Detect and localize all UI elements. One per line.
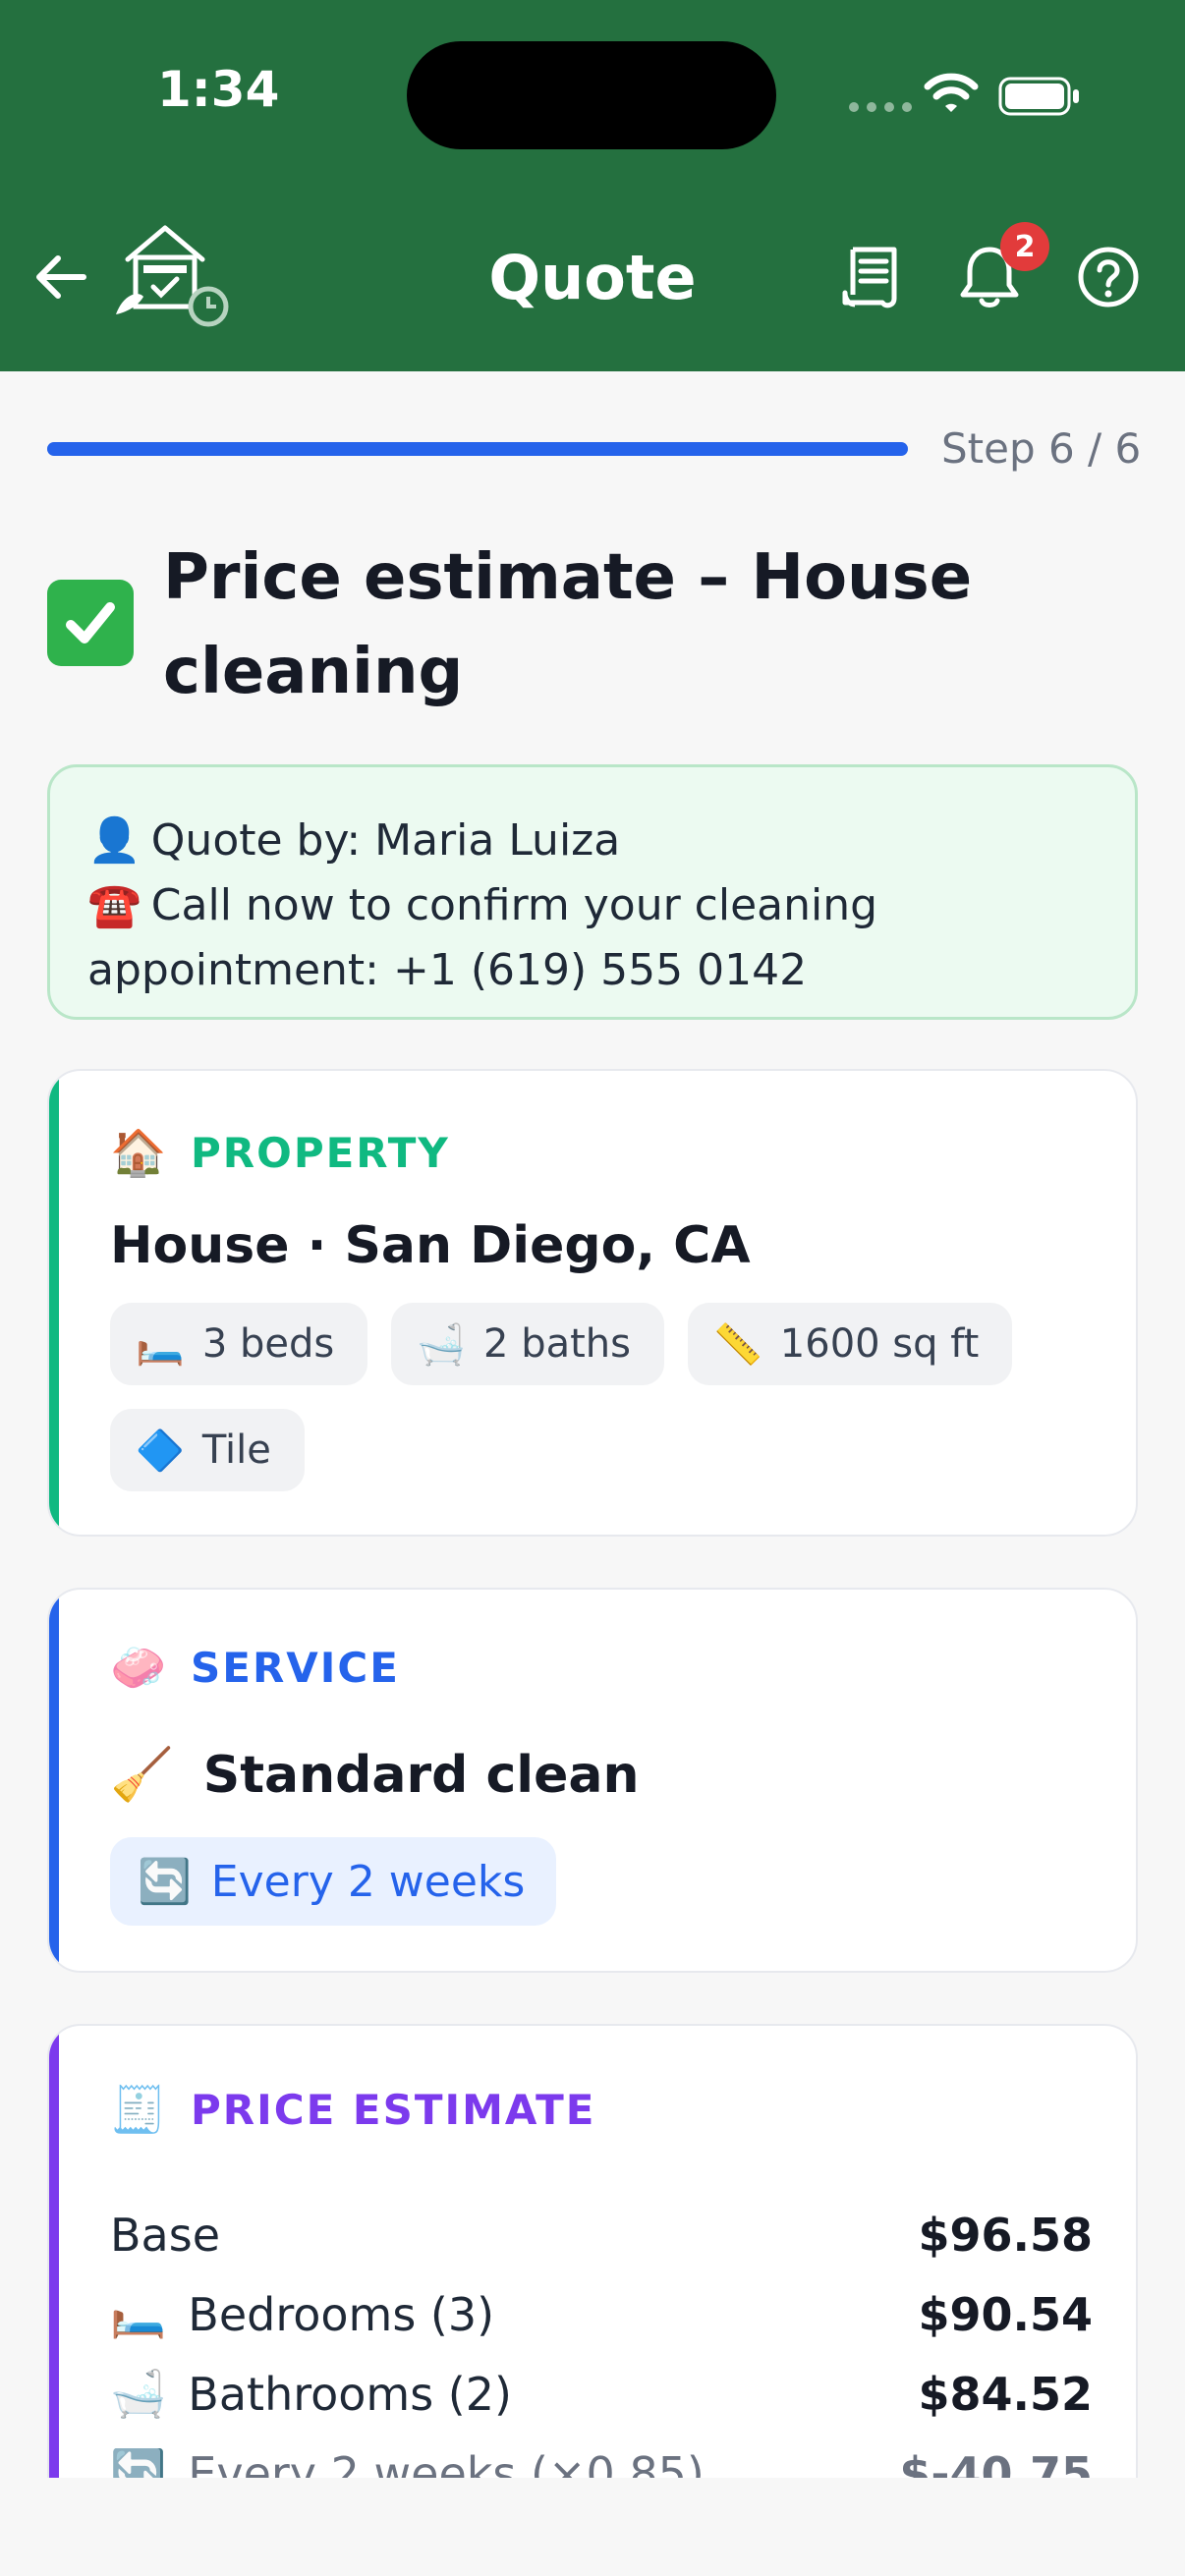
property-header: 🏠 PROPERTY <box>110 1126 450 1180</box>
frequency-chip: 🔄 Every 2 weeks <box>110 1837 557 1926</box>
service-name: Standard clean <box>202 1745 640 1805</box>
price-row: 🛏️ Bedrooms (3) $90.54 <box>110 2274 1093 2354</box>
price-row: 🛁 Bathrooms (2) $84.52 <box>110 2354 1093 2434</box>
call-line: ☎️ Call now to confirm your cleaning appo… <box>87 873 1098 1003</box>
property-accent-bar <box>49 1071 59 1535</box>
baths-text: 2 baths <box>483 1321 631 1367</box>
property-card: 🏠 PROPERTY House · San Diego, CA 🛏️ 3 bed… <box>47 1069 1138 1537</box>
service-title: 🧹 Standard clean <box>110 1745 640 1806</box>
beds-chip: 🛏️ 3 beds <box>110 1303 368 1385</box>
quote-by-line: 👤 Quote by: Maria Luiza <box>87 809 1098 873</box>
frequency-text: Every 2 weeks <box>210 1856 526 1907</box>
price-header: 🧾 PRICE ESTIMATE <box>110 2083 595 2137</box>
check-mark-icon <box>47 580 134 666</box>
ruler-icon: 📏 <box>712 1321 762 1368</box>
price-row-amount: $96.58 <box>918 2208 1093 2262</box>
cellular-signal-icon <box>849 102 912 112</box>
baths-chip: 🛁 2 baths <box>391 1303 664 1385</box>
person-icon: 👤 <box>87 815 141 866</box>
repeat-icon: 🔄 <box>138 1857 192 1907</box>
dynamic-island <box>407 41 776 149</box>
bed-icon: 🛏️ <box>110 2287 167 2340</box>
area-text: 1600 sq ft <box>779 1321 980 1367</box>
property-title: House · San Diego, CA <box>110 1216 751 1275</box>
area-chip: 📏 1600 sq ft <box>687 1303 1013 1385</box>
quote-info-box: 👤 Quote by: Maria Luiza ☎️ Call now to con… <box>47 764 1138 1020</box>
notification-badge: 2 <box>1000 222 1049 271</box>
price-row-label: Bathrooms (2) <box>188 2367 512 2421</box>
battery-icon <box>998 77 1079 116</box>
wifi-icon <box>924 73 979 112</box>
service-card: 🧼 SERVICE 🧹 Standard clean 🔄 Every 2 wee… <box>47 1588 1138 1973</box>
call-text: Call now to confirm your cleaning appoin… <box>87 880 878 995</box>
service-header: 🧼 SERVICE <box>110 1641 400 1695</box>
property-label: PROPERTY <box>191 1129 450 1177</box>
floor-chip: 🔷 Tile <box>110 1409 305 1491</box>
service-label: SERVICE <box>191 1644 400 1692</box>
bed-icon: 🛏️ <box>136 1321 185 1368</box>
house-icon: 🏠 <box>110 1126 167 1179</box>
telephone-icon: ☎️ <box>87 880 141 930</box>
status-time: 1:34 <box>157 61 280 118</box>
progress-fill <box>47 442 908 456</box>
price-rows: Base $96.58 🛏️ Bedrooms (3) $90.54 🛁 Bathr… <box>110 2195 1093 2513</box>
receipt-button[interactable] <box>837 244 904 310</box>
price-row: Base $96.58 <box>110 2195 1093 2274</box>
beds-text: 3 beds <box>201 1321 335 1367</box>
receipt-icon: 🧾 <box>110 2083 167 2136</box>
price-row-amount: $90.54 <box>918 2287 1093 2341</box>
price-row-label: Bedrooms (3) <box>188 2287 495 2341</box>
page-title: Price estimate – House cleaning <box>163 541 973 708</box>
soap-icon: 🧼 <box>110 1641 167 1694</box>
quote-by-text: Quote by: Maria Luiza <box>150 815 621 866</box>
progress-bar <box>47 442 908 456</box>
help-icon[interactable] <box>1077 246 1140 308</box>
diamond-icon: 🔷 <box>136 1428 185 1474</box>
price-row-amount: $84.52 <box>918 2367 1093 2421</box>
price-row-label: Base <box>110 2208 221 2262</box>
price-label: PRICE ESTIMATE <box>191 2086 596 2134</box>
broom-icon: 🧹 <box>110 1746 174 1805</box>
bathtub-icon: 🛁 <box>110 2367 167 2420</box>
property-chips: 🛏️ 3 beds 🛁 2 baths 📏 1600 sq ft 🔷 Tile <box>110 1303 1093 1491</box>
bottom-safe-area <box>0 2478 1185 2576</box>
step-label: Step 6 / 6 <box>941 424 1142 473</box>
service-accent-bar <box>49 1590 59 1971</box>
floor-text: Tile <box>201 1428 271 1473</box>
app-header: 1:34 Quote 2 <box>0 0 1185 371</box>
bathtub-icon: 🛁 <box>417 1321 467 1368</box>
